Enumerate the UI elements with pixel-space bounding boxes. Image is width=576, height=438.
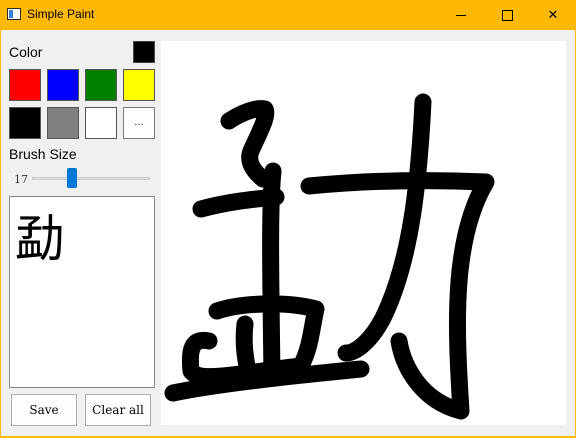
clear-all-button[interactable]: Clear all	[85, 394, 151, 426]
save-button[interactable]: Save	[11, 394, 77, 426]
app-icon	[7, 8, 21, 20]
swatch-blue[interactable]	[47, 69, 79, 101]
current-color-swatch	[133, 41, 155, 63]
window-title: Simple Paint	[27, 7, 95, 21]
text-preview-box: 勐	[9, 196, 155, 388]
swatch-black[interactable]	[9, 107, 41, 139]
swatch-green[interactable]	[85, 69, 117, 101]
main-panel: Color ... Brush Size 17 勐 Save Clear all	[1, 30, 575, 436]
canvas-drawing	[164, 93, 495, 420]
more-colors-button[interactable]: ...	[123, 107, 155, 139]
brush-size-slider[interactable]	[32, 177, 150, 180]
swatch-gray[interactable]	[47, 107, 79, 139]
minimize-button[interactable]	[438, 0, 484, 30]
title-bar[interactable]: Simple Paint ✕	[0, 0, 576, 30]
close-button[interactable]: ✕	[530, 0, 576, 30]
maximize-button[interactable]	[484, 0, 530, 30]
preview-text: 勐	[15, 210, 65, 268]
brush-size-value: 17	[14, 173, 28, 186]
close-icon: ✕	[547, 7, 559, 22]
stroke-top-hook	[220, 100, 275, 188]
color-label: Color	[9, 44, 43, 60]
stroke-left-vertical	[262, 162, 282, 385]
brush-size-slider-thumb[interactable]	[67, 168, 78, 188]
drawing-canvas[interactable]	[161, 41, 566, 425]
swatch-white[interactable]	[85, 107, 117, 139]
minimize-icon	[456, 14, 466, 16]
swatch-red[interactable]	[9, 69, 41, 101]
stroke-right-vertical	[337, 93, 432, 362]
brush-size-label: Brush Size	[9, 146, 77, 162]
stroke-inner-stroke	[235, 315, 256, 375]
swatch-yellow[interactable]	[123, 69, 155, 101]
maximize-icon	[501, 9, 513, 21]
